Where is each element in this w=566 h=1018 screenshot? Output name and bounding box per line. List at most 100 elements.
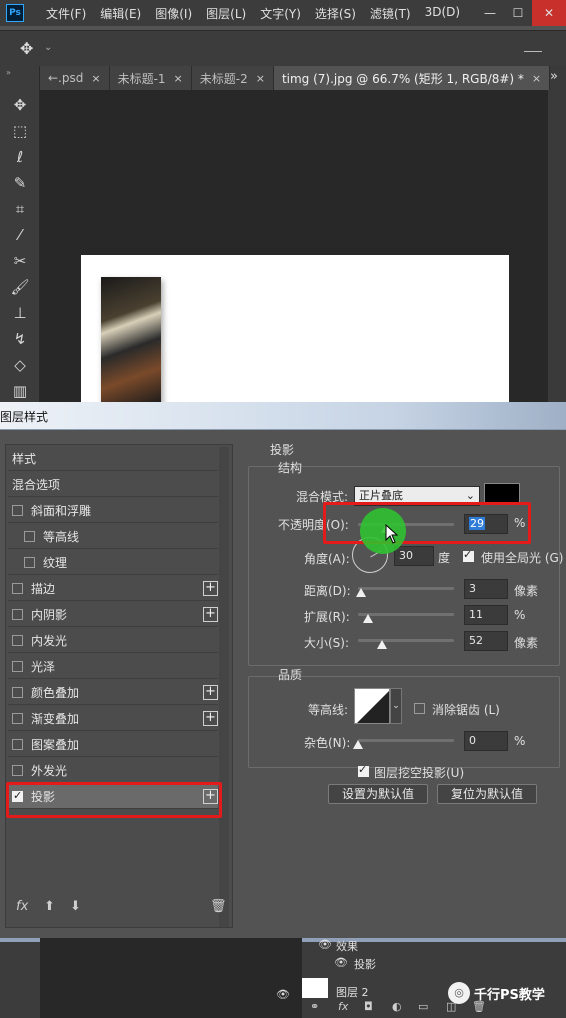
reset-default-button[interactable]: 复位为默认值	[437, 784, 537, 804]
checkbox[interactable]	[12, 505, 23, 516]
tab-timg[interactable]: timg (7).jpg @ 66.7% (矩形 1, RGB/8#) * ×	[273, 66, 551, 90]
size-slider[interactable]	[358, 639, 454, 642]
quick-select-icon[interactable]: ✎	[8, 172, 32, 194]
set-default-button[interactable]: 设置为默认值	[328, 784, 428, 804]
marquee-icon[interactable]: ⬚	[8, 120, 32, 142]
list-item-styles[interactable]: 样式	[8, 447, 218, 471]
eraser-icon[interactable]: ◇	[8, 354, 32, 376]
tab-psd[interactable]: ←.psd ×	[40, 66, 110, 90]
list-scrollbar[interactable]	[219, 447, 229, 927]
menu-layer[interactable]: 图层(L)	[206, 5, 246, 22]
noise-thumb[interactable]	[353, 740, 363, 749]
add-icon[interactable]: +	[203, 711, 218, 726]
list-item-satin[interactable]: 光泽	[8, 655, 218, 679]
list-item-pattern-overlay[interactable]: 图案叠加	[8, 733, 218, 757]
close-icon[interactable]: ×	[256, 72, 265, 85]
menu-3d[interactable]: 3D(D)	[425, 5, 460, 22]
panel-grip-icon[interactable]: »	[6, 68, 11, 77]
list-item-gradient-overlay[interactable]: 渐变叠加 +	[8, 707, 218, 731]
menu-filter[interactable]: 滤镜(T)	[370, 5, 411, 22]
add-icon[interactable]: +	[203, 607, 218, 622]
layer-thumbnail[interactable]	[302, 978, 328, 998]
menu-edit[interactable]: 编辑(E)	[100, 5, 141, 22]
eye-icon[interactable]: 👁︎	[334, 956, 348, 969]
distance-thumb[interactable]	[356, 588, 366, 597]
list-item-bevel-emboss[interactable]: 斜面和浮雕	[8, 499, 218, 523]
tabs-overflow-icon[interactable]: »	[550, 69, 558, 84]
lasso-icon[interactable]: ℓ	[8, 146, 32, 168]
close-button[interactable]: ✕	[532, 0, 566, 26]
list-item-inner-shadow[interactable]: 内阴影 +	[8, 603, 218, 627]
checkbox[interactable]	[12, 635, 23, 646]
history-brush-icon[interactable]: ↯	[8, 328, 32, 350]
global-light-checkbox[interactable]	[463, 548, 474, 562]
checkbox[interactable]	[12, 739, 23, 750]
menu-type[interactable]: 文字(Y)	[260, 5, 301, 22]
noise-slider[interactable]	[358, 739, 454, 742]
move-icon[interactable]: ✥	[8, 94, 32, 116]
list-item-texture[interactable]: 纹理	[8, 551, 218, 575]
menu-select[interactable]: 选择(S)	[315, 5, 356, 22]
eyedropper-icon[interactable]: ⁄	[8, 224, 32, 246]
move-down-icon[interactable]: ⬇	[70, 899, 81, 914]
gradient-icon[interactable]: ▥	[8, 380, 32, 402]
checkbox[interactable]	[12, 661, 23, 672]
mask-icon[interactable]: ◘	[364, 1000, 373, 1013]
menu-file[interactable]: 文件(F)	[46, 5, 86, 22]
minimize-button[interactable]: —	[476, 0, 504, 26]
move-tool-icon[interactable]: ✥	[20, 39, 33, 58]
layer-name[interactable]: 图层 2	[336, 984, 369, 1000]
size-input[interactable]: 52	[464, 631, 508, 651]
list-item-color-overlay[interactable]: 颜色叠加 +	[8, 681, 218, 705]
brush-icon[interactable]: 🖌︎	[8, 276, 32, 298]
healing-icon[interactable]: ✂	[8, 250, 32, 272]
trash-icon[interactable]: 🗑︎	[210, 899, 227, 914]
dialog-titlebar[interactable]: 图层样式	[0, 402, 566, 430]
canvas-scrollbar[interactable]	[548, 90, 566, 402]
distance-input[interactable]: 3	[464, 579, 508, 599]
close-icon[interactable]: ×	[174, 72, 183, 85]
crop-icon[interactable]: ⌗	[8, 198, 32, 220]
spread-input[interactable]: 11	[464, 605, 508, 625]
size-thumb[interactable]	[377, 640, 387, 649]
checkbox[interactable]	[12, 583, 23, 594]
tab-untitled-1[interactable]: 未标题-1 ×	[109, 66, 192, 90]
close-icon[interactable]: ×	[532, 72, 541, 85]
chevron-down-icon[interactable]: ⌄	[44, 42, 52, 53]
list-item-contour[interactable]: 等高线	[8, 525, 218, 549]
panel-minimize-icon[interactable]	[524, 51, 542, 52]
eye-icon[interactable]: 👁︎	[318, 938, 332, 951]
add-icon[interactable]: +	[203, 685, 218, 700]
checkbox[interactable]	[12, 765, 23, 776]
checkbox[interactable]	[12, 713, 23, 724]
checkbox[interactable]	[24, 531, 35, 542]
checkbox[interactable]	[12, 609, 23, 620]
contour-dropdown-icon[interactable]: ⌄	[390, 688, 402, 724]
list-item-inner-glow[interactable]: 内发光	[8, 629, 218, 653]
adjustment-icon[interactable]: ◐	[392, 1000, 402, 1013]
checkbox[interactable]	[24, 557, 35, 568]
link-icon[interactable]: ⚭	[310, 1000, 319, 1013]
folder-icon[interactable]: ▭	[418, 1000, 428, 1013]
list-item-blending-options[interactable]: 混合选项	[8, 473, 218, 497]
spread-thumb[interactable]	[363, 614, 373, 623]
menu-image[interactable]: 图像(I)	[155, 5, 192, 22]
stamp-icon[interactable]: ⊥	[8, 302, 32, 324]
fx-icon[interactable]: fx	[16, 899, 28, 914]
canvas-area[interactable]	[40, 90, 548, 405]
noise-input[interactable]: 0	[464, 731, 508, 751]
document-canvas[interactable]	[81, 255, 509, 405]
maximize-button[interactable]: ☐	[504, 0, 532, 26]
knockout-checkbox[interactable]	[358, 763, 369, 777]
checkbox[interactable]	[12, 687, 23, 698]
angle-input[interactable]: 30	[394, 546, 434, 566]
eye-icon[interactable]: 👁︎	[276, 988, 290, 1001]
antialias-checkbox[interactable]	[414, 703, 425, 714]
move-up-icon[interactable]: ⬆	[44, 899, 55, 914]
contour-picker[interactable]	[354, 688, 390, 724]
list-item-stroke[interactable]: 描边 +	[8, 577, 218, 601]
tab-untitled-2[interactable]: 未标题-2 ×	[191, 66, 274, 90]
add-icon[interactable]: +	[203, 581, 218, 596]
close-icon[interactable]: ×	[91, 72, 100, 85]
list-item-outer-glow[interactable]: 外发光	[8, 759, 218, 783]
